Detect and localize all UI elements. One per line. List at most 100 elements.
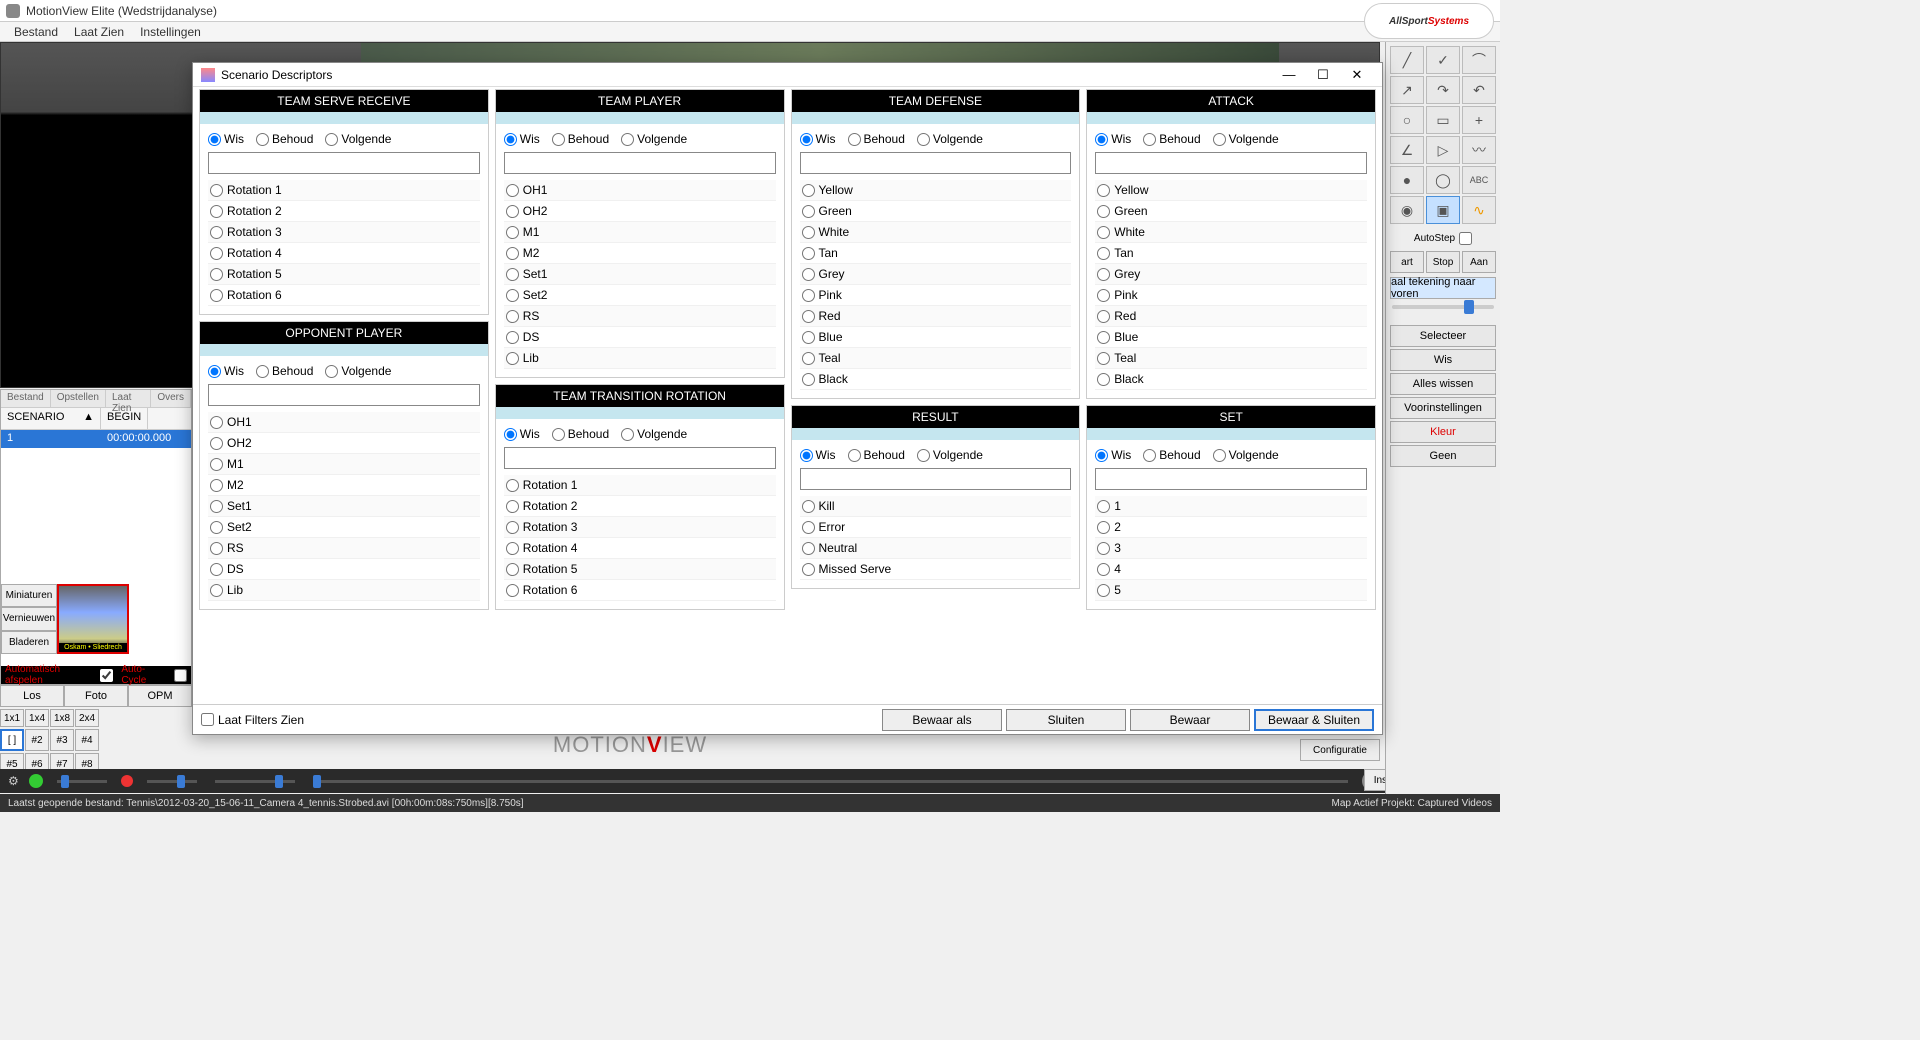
filter-input[interactable]	[1095, 468, 1367, 490]
option-row[interactable]: Pink	[800, 285, 1072, 306]
radio-volgende[interactable]: Volgende	[325, 364, 391, 378]
option-row[interactable]: Rotation 4	[208, 243, 480, 264]
wis-button[interactable]: Wis	[1390, 349, 1496, 371]
auto-play-checkbox[interactable]	[100, 669, 113, 682]
filter-input[interactable]	[208, 152, 480, 174]
option-row[interactable]: Rotation 4	[504, 538, 776, 559]
thumbnail[interactable]	[57, 584, 129, 654]
option-row[interactable]: M1	[208, 454, 480, 475]
option-row[interactable]: Red	[1095, 306, 1367, 327]
bewaar-als-button[interactable]: Bewaar als	[882, 709, 1002, 731]
laat-filters-checkbox[interactable]: Laat Filters Zien	[201, 713, 304, 727]
bring-forward-button[interactable]: aal tekening naar voren	[1390, 277, 1496, 299]
tool-dot-icon[interactable]: ●	[1390, 166, 1424, 194]
bewaar-sluiten-button[interactable]: Bewaar & Sluiten	[1254, 709, 1374, 731]
option-row[interactable]: 3	[1095, 538, 1367, 559]
radio-behoud[interactable]: Behoud	[552, 427, 609, 441]
dialog-minimize[interactable]: —	[1272, 67, 1306, 82]
option-row[interactable]: 2	[1095, 517, 1367, 538]
alles-wissen-button[interactable]: Alles wissen	[1390, 373, 1496, 395]
radio-behoud[interactable]: Behoud	[256, 364, 313, 378]
option-row[interactable]: Rotation 2	[208, 201, 480, 222]
radio-wis[interactable]: Wis	[1095, 132, 1131, 146]
subtab-laat-zien[interactable]: Laat Zien	[106, 390, 151, 407]
radio-wis[interactable]: Wis	[208, 364, 244, 378]
voorinstellingen-button[interactable]: Voorinstellingen	[1390, 397, 1496, 419]
option-row[interactable]: Red	[800, 306, 1072, 327]
radio-volgende[interactable]: Volgende	[621, 427, 687, 441]
radio-behoud[interactable]: Behoud	[1143, 448, 1200, 462]
option-row[interactable]: OH2	[504, 201, 776, 222]
tool-check-icon[interactable]: ✓	[1426, 46, 1460, 74]
option-row[interactable]: Rotation 1	[208, 180, 480, 201]
filter-input[interactable]	[800, 468, 1072, 490]
radio-behoud[interactable]: Behoud	[256, 132, 313, 146]
filter-input[interactable]	[208, 384, 480, 406]
option-row[interactable]: M2	[208, 475, 480, 496]
tool-slider[interactable]	[1392, 305, 1494, 309]
subtab-bestand[interactable]: Bestand	[1, 390, 51, 407]
option-row[interactable]: Green	[800, 201, 1072, 222]
tool-sine-icon[interactable]: ∿	[1462, 196, 1496, 224]
tab-opm[interactable]: OPM	[128, 685, 192, 707]
option-row[interactable]: Grey	[1095, 264, 1367, 285]
dialog-maximize[interactable]: ☐	[1306, 67, 1340, 83]
option-row[interactable]: Yellow	[800, 180, 1072, 201]
option-row[interactable]: Grey	[800, 264, 1072, 285]
option-row[interactable]: DS	[504, 327, 776, 348]
option-row[interactable]: DS	[208, 559, 480, 580]
option-row[interactable]: Rotation 6	[208, 285, 480, 306]
stop-button[interactable]: Stop	[1426, 251, 1460, 273]
filter-input[interactable]	[1095, 152, 1367, 174]
option-row[interactable]: Rotation 6	[504, 580, 776, 601]
tool-angle-icon[interactable]: ∠	[1390, 136, 1424, 164]
radio-behoud[interactable]: Behoud	[848, 132, 905, 146]
option-row[interactable]: Tan	[1095, 243, 1367, 264]
radio-behoud[interactable]: Behoud	[552, 132, 609, 146]
option-row[interactable]: Rotation 2	[504, 496, 776, 517]
hdr-scenario[interactable]: SCENARIO▲	[1, 408, 101, 429]
option-row[interactable]: Black	[800, 369, 1072, 390]
tool-tri-icon[interactable]: ▷	[1426, 136, 1460, 164]
radio-wis[interactable]: Wis	[800, 132, 836, 146]
radio-volgende[interactable]: Volgende	[325, 132, 391, 146]
radio-wis[interactable]: Wis	[1095, 448, 1131, 462]
autostep-checkbox[interactable]	[1459, 232, 1472, 245]
tool-text-icon[interactable]: ABC	[1462, 166, 1496, 194]
radio-volgende[interactable]: Volgende	[1213, 132, 1279, 146]
filter-input[interactable]	[504, 152, 776, 174]
option-row[interactable]: White	[1095, 222, 1367, 243]
option-row[interactable]: Rotation 3	[208, 222, 480, 243]
option-row[interactable]: Tan	[800, 243, 1072, 264]
option-row[interactable]: Black	[1095, 369, 1367, 390]
tool-cross-icon[interactable]: +	[1462, 106, 1496, 134]
option-row[interactable]: Green	[1095, 201, 1367, 222]
tool-rect-icon[interactable]: ▭	[1426, 106, 1460, 134]
grid-1x1[interactable]: 1x1	[0, 709, 24, 727]
sluiten-button[interactable]: Sluiten	[1006, 709, 1126, 731]
option-row[interactable]: Teal	[800, 348, 1072, 369]
option-row[interactable]: Set2	[208, 517, 480, 538]
radio-volgende[interactable]: Volgende	[621, 132, 687, 146]
geen-button[interactable]: Geen	[1390, 445, 1496, 467]
thumb-miniaturen[interactable]: Miniaturen	[1, 584, 57, 607]
hdr-begin[interactable]: BEGIN	[101, 408, 148, 429]
radio-wis[interactable]: Wis	[800, 448, 836, 462]
menu-laat-zien[interactable]: Laat Zien	[66, 23, 132, 41]
thumb-bladeren[interactable]: Bladeren	[1, 631, 57, 654]
option-row[interactable]: 4	[1095, 559, 1367, 580]
option-row[interactable]: Blue	[800, 327, 1072, 348]
bewaar-button[interactable]: Bewaar	[1130, 709, 1250, 731]
option-row[interactable]: RS	[208, 538, 480, 559]
thumb-vernieuwen[interactable]: Vernieuwen	[1, 607, 57, 630]
play-button[interactable]	[29, 774, 43, 788]
option-row[interactable]: OH1	[208, 412, 480, 433]
tool-ring-icon[interactable]: ◉	[1390, 196, 1424, 224]
option-row[interactable]: Rotation 1	[504, 475, 776, 496]
option-row[interactable]: White	[800, 222, 1072, 243]
option-row[interactable]: Set1	[504, 264, 776, 285]
option-row[interactable]: 1	[1095, 496, 1367, 517]
selecteer-button[interactable]: Selecteer	[1390, 325, 1496, 347]
option-row[interactable]: OH2	[208, 433, 480, 454]
grid-1x4[interactable]: 1x4	[25, 709, 49, 727]
